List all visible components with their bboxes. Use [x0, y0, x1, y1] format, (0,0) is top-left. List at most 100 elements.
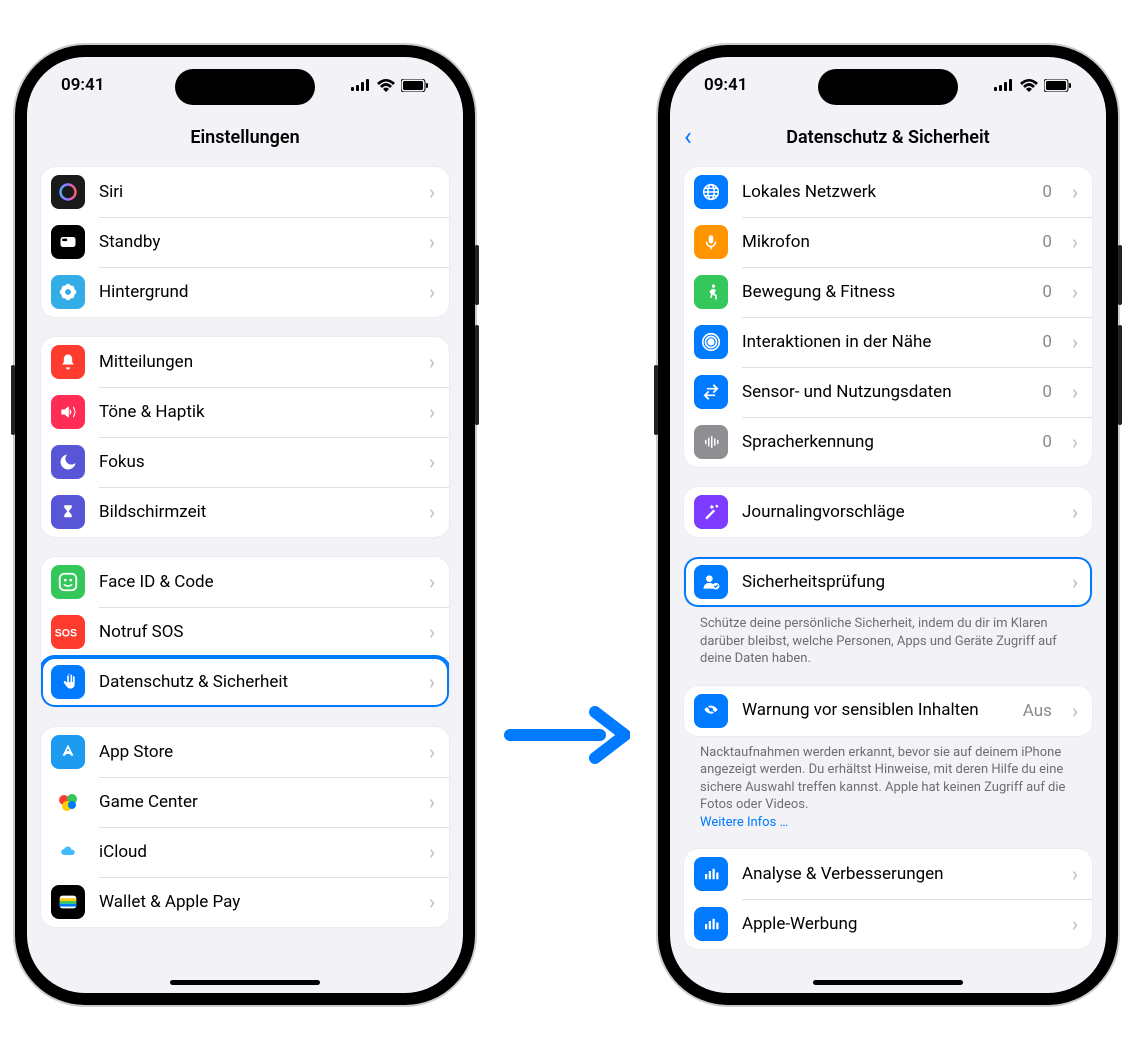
- chevron-right-icon: ›: [429, 570, 435, 594]
- safety-icon: [694, 565, 728, 599]
- notif-icon: [51, 345, 85, 379]
- row-motion[interactable]: Bewegung & Fitness0›: [684, 267, 1092, 317]
- row-detail: 0: [1042, 332, 1052, 352]
- chevron-right-icon: ›: [1072, 699, 1078, 723]
- notch: [818, 69, 958, 105]
- row-safety[interactable]: Sicherheitsprüfung ›: [684, 557, 1092, 607]
- ads-icon: [694, 907, 728, 941]
- settings-group: Warnung vor sensiblen Inhalten Aus ›: [684, 686, 1092, 736]
- row-standby[interactable]: Standby ›: [41, 217, 449, 267]
- status-time: 09:41: [61, 75, 104, 95]
- chevron-right-icon: ›: [1072, 180, 1078, 204]
- row-screentime[interactable]: Bildschirmzeit›: [41, 487, 449, 537]
- row-label: Wallet & Apple Pay: [99, 892, 409, 912]
- row-notif[interactable]: Mitteilungen›: [41, 337, 449, 387]
- row-wallet[interactable]: Wallet & Apple Pay ›: [41, 877, 449, 927]
- row-label: Fokus: [99, 452, 409, 472]
- wallet-icon: [51, 885, 85, 919]
- chevron-right-icon: ›: [1072, 430, 1078, 454]
- row-wallpaper[interactable]: Hintergrund ›: [41, 267, 449, 317]
- row-speech[interactable]: Spracherkennung 0 ›: [684, 417, 1092, 467]
- row-label: Spracherkennung: [742, 432, 1028, 452]
- chevron-right-icon: ›: [429, 180, 435, 204]
- row-label: Sicherheitsprüfung: [742, 572, 1052, 592]
- row-label: Standby: [99, 232, 409, 252]
- row-label: iCloud: [99, 842, 409, 862]
- row-net[interactable]: Lokales Netzwerk 0 ›: [684, 167, 1092, 217]
- notch: [175, 69, 315, 105]
- chevron-right-icon: ›: [1072, 570, 1078, 594]
- row-gamecenter[interactable]: Game Center›: [41, 777, 449, 827]
- row-sound[interactable]: Töne & Haptik›: [41, 387, 449, 437]
- back-button[interactable]: ‹: [684, 124, 692, 150]
- row-label: Face ID & Code: [99, 572, 409, 592]
- phone-left: 09:41 Einstellungen Siri›Standby›Hinterg…: [15, 45, 475, 1005]
- row-mic[interactable]: Mikrofon 0 ›: [684, 217, 1092, 267]
- journal-icon: [694, 495, 728, 529]
- row-icloud[interactable]: iCloud›: [41, 827, 449, 877]
- arrow-icon: [500, 700, 630, 774]
- row-label: Hintergrund: [99, 282, 409, 302]
- row-privacy[interactable]: Datenschutz & Sicherheit›: [41, 657, 449, 707]
- nav-bar: Einstellungen: [27, 113, 463, 161]
- row-label: Warnung vor sensiblen Inhalten: [742, 700, 1009, 720]
- settings-list[interactable]: Siri › Standby › Hintergrund › Mitteilungen›Tö…: [27, 161, 463, 993]
- phone-right: 09:41 ‹ Datenschutz & Sicherheit Lokales…: [658, 45, 1118, 1005]
- row-analytics[interactable]: Analyse & Verbesserungen›: [684, 849, 1092, 899]
- mic-icon: [694, 225, 728, 259]
- chevron-right-icon: ›: [1072, 330, 1078, 354]
- cellular-icon: [994, 79, 1014, 91]
- row-focus[interactable]: Fokus ›: [41, 437, 449, 487]
- row-detail: 0: [1042, 232, 1052, 252]
- status-time: 09:41: [704, 75, 747, 95]
- row-sensitive[interactable]: Warnung vor sensiblen Inhalten Aus ›: [684, 686, 1092, 736]
- row-detail: 0: [1042, 182, 1052, 202]
- motion-icon: [694, 275, 728, 309]
- row-label: Lokales Netzwerk: [742, 182, 1028, 202]
- home-indicator[interactable]: [813, 980, 963, 985]
- sensitive-icon: [694, 694, 728, 728]
- group-footer: Nacktaufnahmen werden erkannt, bevor sie…: [684, 744, 1092, 832]
- net-icon: [694, 175, 728, 209]
- wifi-icon: [1020, 79, 1038, 92]
- settings-group: Journalingvorschläge›: [684, 487, 1092, 537]
- row-label: Siri: [99, 182, 409, 202]
- chevron-right-icon: ›: [1072, 380, 1078, 404]
- home-indicator[interactable]: [170, 980, 320, 985]
- svg-text:SOS: SOS: [55, 627, 77, 639]
- cellular-icon: [351, 79, 371, 91]
- row-detail: Aus: [1023, 701, 1052, 721]
- group-footer: Schütze deine persönliche Sicherheit, in…: [684, 615, 1092, 668]
- chevron-right-icon: ›: [429, 890, 435, 914]
- privacy-icon: [51, 665, 85, 699]
- row-sos[interactable]: SOSNotruf SOS›: [41, 607, 449, 657]
- standby-icon: [51, 225, 85, 259]
- chevron-right-icon: ›: [1072, 230, 1078, 254]
- privacy-list[interactable]: Lokales Netzwerk0›Mikrofon0›Bewegung & F…: [670, 161, 1106, 993]
- speech-icon: [694, 425, 728, 459]
- faceid-icon: [51, 565, 85, 599]
- row-detail: 0: [1042, 432, 1052, 452]
- row-journal[interactable]: Journalingvorschläge›: [684, 487, 1092, 537]
- row-nearby[interactable]: Interaktionen in der Nähe0›: [684, 317, 1092, 367]
- row-ads[interactable]: Apple-Werbung›: [684, 899, 1092, 949]
- chevron-right-icon: ›: [429, 500, 435, 524]
- chevron-right-icon: ›: [429, 230, 435, 254]
- chevron-right-icon: ›: [429, 790, 435, 814]
- row-label: Mikrofon: [742, 232, 1028, 252]
- chevron-right-icon: ›: [429, 450, 435, 474]
- focus-icon: [51, 445, 85, 479]
- row-sensor[interactable]: Sensor- und Nutzungsdaten0›: [684, 367, 1092, 417]
- row-faceid[interactable]: Face ID & Code ›: [41, 557, 449, 607]
- row-detail: 0: [1042, 282, 1052, 302]
- sensor-icon: [694, 375, 728, 409]
- row-siri[interactable]: Siri ›: [41, 167, 449, 217]
- row-label: App Store: [99, 742, 409, 762]
- more-info-link[interactable]: Weitere Infos …: [700, 815, 788, 830]
- chevron-right-icon: ›: [1072, 862, 1078, 886]
- nav-bar: ‹ Datenschutz & Sicherheit: [670, 113, 1106, 161]
- battery-icon: [401, 79, 429, 92]
- row-appstore[interactable]: App Store›: [41, 727, 449, 777]
- chevron-right-icon: ›: [429, 280, 435, 304]
- chevron-right-icon: ›: [1072, 280, 1078, 304]
